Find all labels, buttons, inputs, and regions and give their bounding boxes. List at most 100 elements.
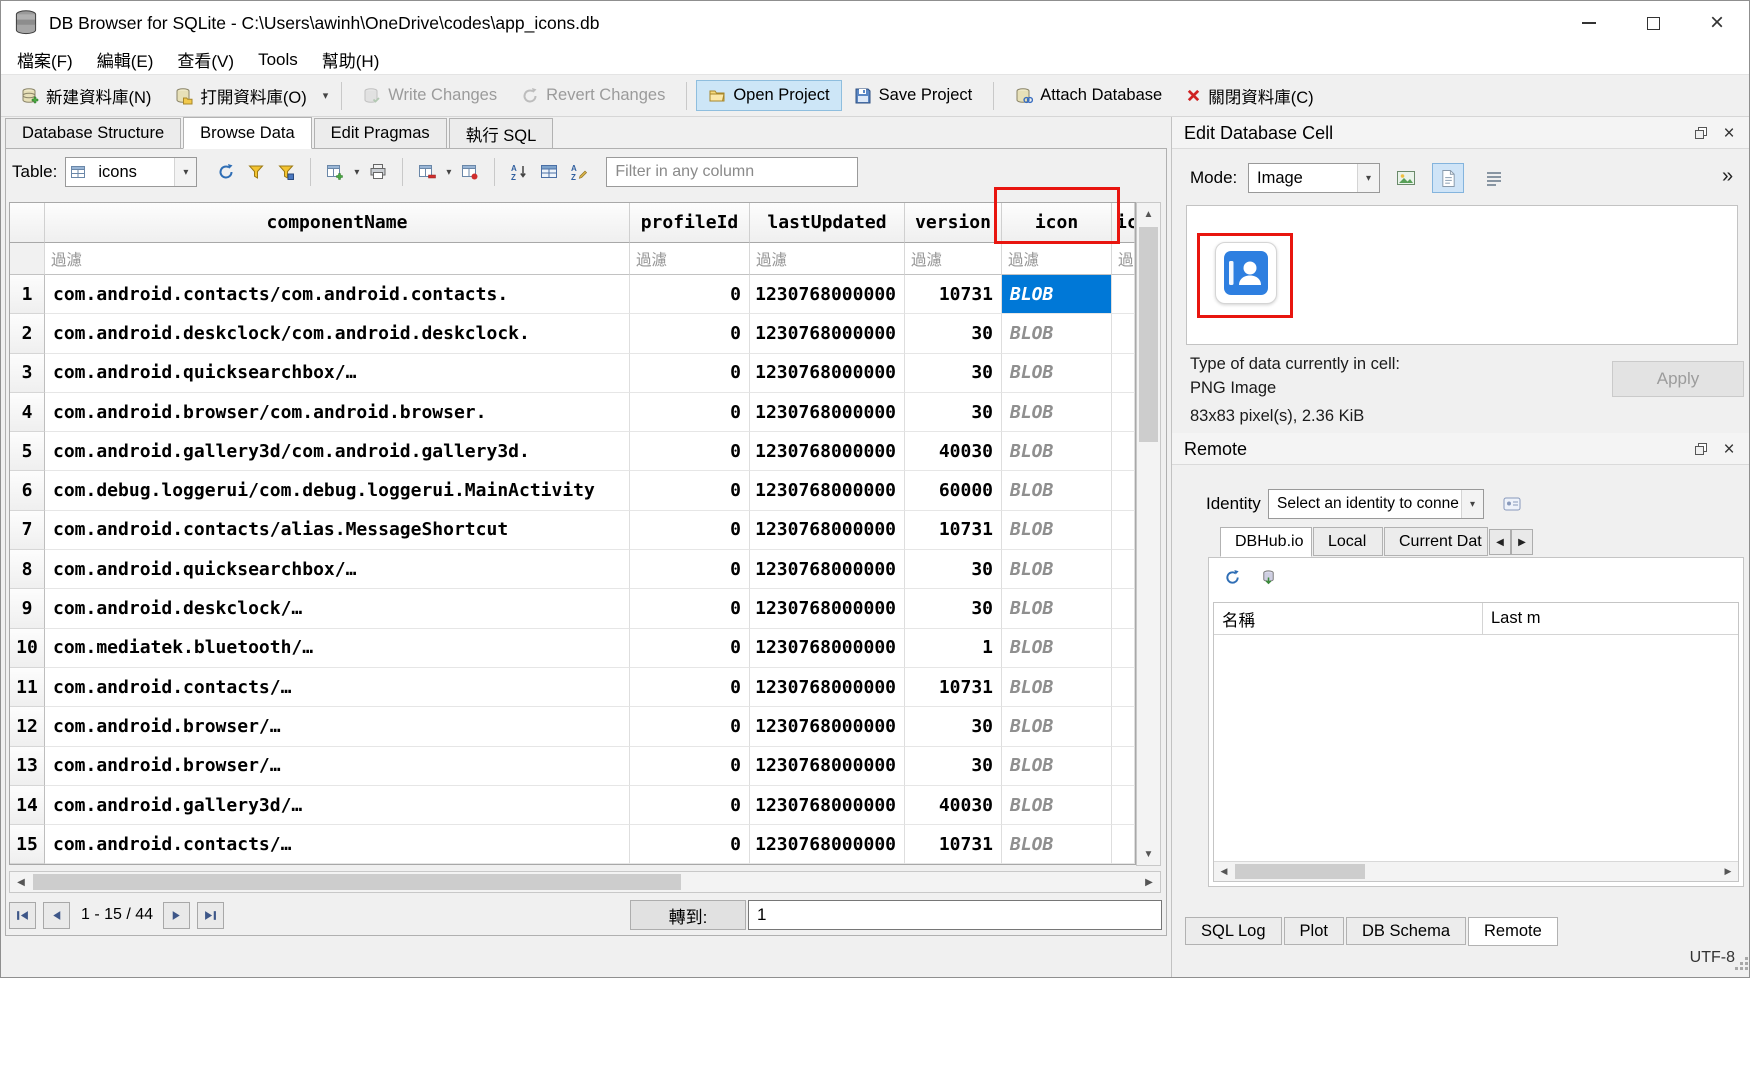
filter-icon[interactable]: 過濾 (1002, 243, 1112, 275)
vertical-scroll-thumb[interactable] (1139, 227, 1158, 442)
cell-componentName[interactable]: com.android.deskclock/… (45, 589, 630, 628)
cell-version[interactable]: 10731 (905, 668, 1002, 707)
scroll-right-button[interactable]: ▶ (1138, 872, 1160, 892)
cell-icon[interactable]: BLOB (1002, 629, 1112, 668)
cell-icon[interactable]: BLOB (1002, 707, 1112, 746)
select-columns-button[interactable] (534, 157, 564, 187)
new-record-button[interactable] (320, 157, 350, 187)
column-header-icon[interactable]: icon (1002, 203, 1112, 243)
dock-tab-db-schema[interactable]: DB Schema (1346, 917, 1466, 945)
row-number[interactable]: 14 (10, 786, 45, 825)
cell-version[interactable]: 30 (905, 550, 1002, 589)
cell-profileId[interactable]: 0 (630, 550, 750, 589)
remote-tab-local[interactable]: Local (1313, 527, 1383, 556)
tab-edit-pragmas[interactable]: Edit Pragmas (314, 118, 447, 149)
open-database-dropdown[interactable]: ▾ (319, 89, 333, 102)
cell-icon[interactable]: BLOB (1002, 668, 1112, 707)
cell-icon[interactable]: BLOB (1002, 393, 1112, 432)
print-button[interactable] (363, 157, 393, 187)
new-database-button[interactable]: 新建資料庫(N) (9, 78, 163, 114)
row-number[interactable]: 4 (10, 393, 45, 432)
cell-icon[interactable]: BLOB (1002, 550, 1112, 589)
duplicate-record-button[interactable] (455, 157, 485, 187)
remote-clone-database-button[interactable] (1255, 564, 1281, 590)
last-record-button[interactable] (197, 902, 224, 929)
cell-profileId[interactable]: 0 (630, 275, 750, 314)
filter-lastUpdated[interactable]: 過濾 (750, 243, 905, 275)
new-record-dropdown[interactable]: ▾ (350, 157, 363, 187)
cell-version[interactable]: 1 (905, 629, 1002, 668)
column-header-clipped[interactable]: ic (1112, 203, 1135, 243)
cell-lastUpdated[interactable]: 1230768000000 (750, 432, 905, 471)
cell-componentName[interactable]: com.android.contacts/… (45, 668, 630, 707)
row-number[interactable]: 11 (10, 668, 45, 707)
dock-tab-plot[interactable]: Plot (1284, 917, 1344, 945)
remote-database-list[interactable]: 名稱 Last m ◀ ▶ (1213, 602, 1739, 882)
cell-icon[interactable]: BLOB (1002, 432, 1112, 471)
row-number[interactable]: 2 (10, 314, 45, 353)
row-number[interactable]: 6 (10, 471, 45, 510)
row-number[interactable]: 15 (10, 825, 45, 864)
clear-filters-button[interactable] (241, 157, 271, 187)
cell-componentName[interactable]: com.android.quicksearchbox/… (45, 354, 630, 393)
close-database-button[interactable]: 關閉資料庫(C) (1174, 78, 1325, 114)
cell-version[interactable]: 40030 (905, 432, 1002, 471)
delete-record-button[interactable] (412, 157, 442, 187)
cell-lastUpdated[interactable]: 1230768000000 (750, 629, 905, 668)
scroll-up-button[interactable]: ▲ (1137, 203, 1160, 225)
cell-profileId[interactable]: 0 (630, 786, 750, 825)
cell-profileId[interactable]: 0 (630, 432, 750, 471)
cell-componentName[interactable]: com.android.gallery3d/… (45, 786, 630, 825)
cell-profileId[interactable]: 0 (630, 354, 750, 393)
row-number[interactable]: 10 (10, 629, 45, 668)
column-header-profileId[interactable]: profileId (630, 203, 750, 243)
cell-componentName[interactable]: com.android.browser/com.android.browser. (45, 393, 630, 432)
mode-select[interactable]: Image ▾ (1248, 163, 1380, 193)
cell-version[interactable]: 40030 (905, 786, 1002, 825)
open-database-button[interactable]: 打開資料庫(O) (163, 78, 318, 114)
previous-record-button[interactable] (43, 902, 70, 929)
row-number[interactable]: 7 (10, 511, 45, 550)
column-header-componentName[interactable]: componentName (45, 203, 630, 243)
cell-profileId[interactable]: 0 (630, 629, 750, 668)
cell-icon[interactable]: BLOB (1002, 275, 1112, 314)
row-number[interactable]: 3 (10, 354, 45, 393)
cell-version[interactable]: 10731 (905, 511, 1002, 550)
remote-list-header-last-modified[interactable]: Last m (1482, 603, 1738, 634)
cell-componentName[interactable]: com.debug.loggerui/com.debug.loggerui.Ma… (45, 471, 630, 510)
save-filter-button[interactable] (271, 157, 301, 187)
cell-icon[interactable]: BLOB (1002, 314, 1112, 353)
save-project-button[interactable]: Save Project (842, 80, 985, 111)
column-header-lastUpdated[interactable]: lastUpdated (750, 203, 905, 243)
minimize-button[interactable] (1557, 1, 1621, 45)
overflow-button[interactable]: » (1722, 165, 1733, 188)
identity-select[interactable]: Select an identity to conne ▾ (1268, 489, 1484, 519)
import-data-button[interactable] (1390, 163, 1422, 193)
refresh-button[interactable] (211, 157, 241, 187)
cell-version[interactable]: 30 (905, 393, 1002, 432)
cell-componentName[interactable]: com.mediatek.bluetooth/… (45, 629, 630, 668)
menu-help[interactable]: 幫助(H) (310, 45, 392, 74)
cell-profileId[interactable]: 0 (630, 747, 750, 786)
cell-componentName[interactable]: com.android.quicksearchbox/… (45, 550, 630, 589)
row-number[interactable]: 8 (10, 550, 45, 589)
remote-tab-scroll-right[interactable]: ▶ (1511, 529, 1533, 555)
cell-profileId[interactable]: 0 (630, 589, 750, 628)
scroll-down-button[interactable]: ▼ (1137, 843, 1160, 865)
cell-version[interactable]: 30 (905, 707, 1002, 746)
next-record-button[interactable] (163, 902, 190, 929)
maximize-button[interactable] (1621, 1, 1685, 45)
filter-componentName[interactable]: 過濾 (45, 243, 630, 275)
write-changes-button[interactable]: Write Changes (351, 80, 509, 111)
tab-database-structure[interactable]: Database Structure (5, 118, 181, 149)
tab-execute-sql[interactable]: 執行 SQL (449, 118, 554, 149)
cell-lastUpdated[interactable]: 1230768000000 (750, 825, 905, 864)
cell-lastUpdated[interactable]: 1230768000000 (750, 471, 905, 510)
cell-version[interactable]: 30 (905, 314, 1002, 353)
word-wrap-button[interactable] (1478, 163, 1510, 193)
remote-tab-current-database[interactable]: Current Dat (1384, 527, 1488, 556)
cell-lastUpdated[interactable]: 1230768000000 (750, 747, 905, 786)
edit-cell-float-button[interactable] (1691, 123, 1711, 143)
remote-list-header-name[interactable]: 名稱 (1214, 603, 1482, 634)
cell-lastUpdated[interactable]: 1230768000000 (750, 668, 905, 707)
